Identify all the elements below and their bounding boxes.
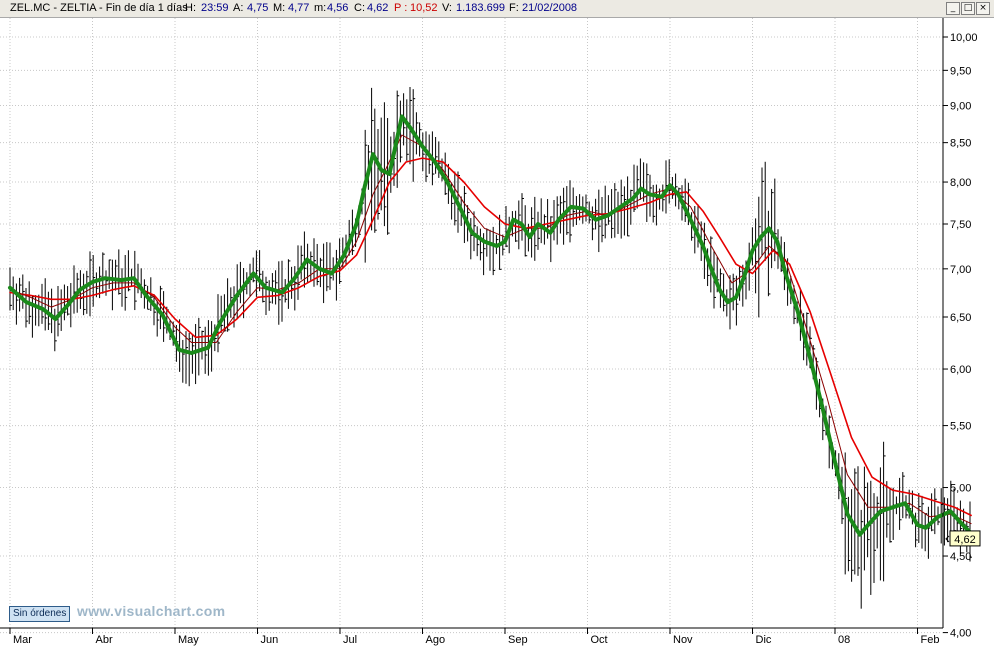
x-tick-label: Nov <box>673 634 693 646</box>
v-value: 1.183.699 <box>456 2 505 14</box>
h-value: 23:59 <box>201 2 229 14</box>
min-value: 4,56 <box>327 2 349 14</box>
minimize-button[interactable]: _ <box>946 2 960 15</box>
y-tick-label: 7,50 <box>950 219 971 231</box>
y-tick-label: 7,00 <box>950 264 971 276</box>
price-chart[interactable]: 4,00 4,50 5,00 5,50 6,00 6,50 7,00 7,50 8,00 8,50… <box>0 18 994 646</box>
c-value: 4,62 <box>367 2 389 14</box>
maximize-button[interactable]: □ <box>961 2 975 15</box>
y-tick-label: 10,00 <box>950 32 978 44</box>
x-tick-label: Jun <box>261 634 279 646</box>
y-tick-label: 5,00 <box>950 483 971 495</box>
x-tick-label: 08 <box>838 634 850 646</box>
y-tick-label: 6,50 <box>950 312 971 324</box>
min-label: m: <box>314 2 327 14</box>
x-tick-label: Mar <box>13 634 32 646</box>
m-value: 4,77 <box>288 2 310 14</box>
p-label: P : <box>394 2 408 14</box>
f-label: F: <box>509 2 519 14</box>
x-tick-label: May <box>178 634 199 646</box>
x-tick-label: Oct <box>591 634 608 646</box>
h-label: H: <box>185 2 196 14</box>
x-tick-label: Dic <box>756 634 772 646</box>
x-tick-label: Abr <box>96 634 113 646</box>
symbol-label: ZEL.MC - ZELTIA - Fin de día 1 días <box>10 2 188 14</box>
y-tick-label: 8,50 <box>950 138 971 150</box>
v-label: V: <box>442 2 452 14</box>
watermark-text: www.visualchart.com <box>77 603 226 619</box>
close-button[interactable]: × <box>976 2 990 15</box>
a-label: A: <box>233 2 244 14</box>
chart-header: ZEL.MC - ZELTIA - Fin de día 1 días H: 2… <box>0 0 994 18</box>
x-tick-label: Feb <box>921 634 940 646</box>
last-price-value: 4,62 <box>954 534 975 546</box>
y-tick-label: 4,50 <box>950 551 971 563</box>
y-tick-label: 4,00 <box>950 628 971 640</box>
y-tick-label: 5,50 <box>950 421 971 433</box>
y-tick-label: 9,50 <box>950 65 971 77</box>
orders-badge[interactable]: Sin órdenes <box>9 606 71 622</box>
y-tick-label: 9,00 <box>950 100 971 112</box>
x-tick-label: Ago <box>426 634 446 646</box>
a-value: 4,75 <box>247 2 269 14</box>
last-price-tag: 4,62 <box>945 530 981 547</box>
c-label: C: <box>354 2 365 14</box>
m-label: M: <box>273 2 286 14</box>
f-value: 21/02/2008 <box>522 2 578 14</box>
y-tick-label: 6,00 <box>950 364 971 376</box>
p-value: 10,52 <box>410 2 438 14</box>
x-tick-label: Jul <box>343 634 357 646</box>
x-tick-label: Sep <box>508 634 528 646</box>
y-tick-label: 8,00 <box>950 177 971 189</box>
